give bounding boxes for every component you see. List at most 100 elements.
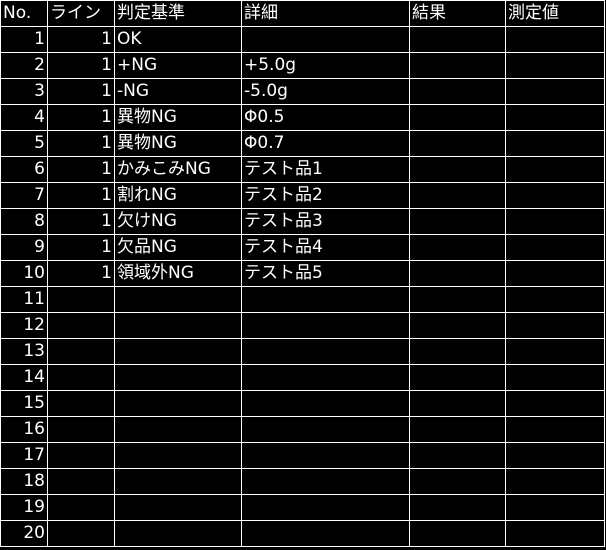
cell-measured[interactable] (505, 442, 605, 469)
cell-line[interactable] (47, 520, 115, 547)
cell-result[interactable] (409, 26, 506, 53)
cell-line[interactable] (47, 390, 115, 417)
cell-detail[interactable] (241, 468, 410, 495)
cell-criteria[interactable]: OK (114, 26, 242, 53)
cell-measured[interactable] (505, 468, 605, 495)
table-row[interactable]: 17 (0, 442, 605, 469)
table-row[interactable]: 12 (0, 312, 605, 339)
cell-no[interactable]: 15 (0, 390, 48, 417)
cell-no[interactable]: 16 (0, 416, 48, 443)
cell-detail[interactable] (241, 442, 410, 469)
cell-criteria[interactable] (114, 468, 242, 495)
cell-no[interactable]: 20 (0, 520, 48, 547)
cell-line[interactable] (47, 312, 115, 339)
cell-criteria[interactable]: 異物NG (114, 104, 242, 131)
cell-measured[interactable] (505, 208, 605, 235)
cell-detail[interactable] (241, 416, 410, 443)
cell-measured[interactable] (505, 52, 605, 79)
cell-detail[interactable]: テスト品4 (241, 234, 410, 261)
table-row[interactable]: 8 1 欠けNG テスト品3 (0, 208, 605, 235)
cell-no[interactable]: 6 (0, 156, 48, 183)
cell-result[interactable] (409, 156, 506, 183)
cell-measured[interactable] (505, 104, 605, 131)
table-row[interactable]: 16 (0, 416, 605, 443)
cell-detail[interactable] (241, 26, 410, 53)
table-row[interactable]: 11 (0, 286, 605, 313)
cell-detail[interactable]: Φ0.5 (241, 104, 410, 131)
table-row[interactable]: 10 1 領域外NG テスト品5 (0, 260, 605, 287)
table-row[interactable]: 6 1 かみこみNG テスト品1 (0, 156, 605, 183)
cell-line[interactable]: 1 (47, 104, 115, 131)
cell-result[interactable] (409, 468, 506, 495)
cell-criteria[interactable] (114, 364, 242, 391)
cell-result[interactable] (409, 182, 506, 209)
cell-line[interactable]: 1 (47, 130, 115, 157)
cell-measured[interactable] (505, 416, 605, 443)
cell-detail[interactable] (241, 520, 410, 547)
table-row[interactable]: 4 1 異物NG Φ0.5 (0, 104, 605, 131)
cell-measured[interactable] (505, 338, 605, 365)
table-row[interactable]: 9 1 欠品NG テスト品4 (0, 234, 605, 261)
cell-result[interactable] (409, 312, 506, 339)
cell-result[interactable] (409, 364, 506, 391)
cell-measured[interactable] (505, 182, 605, 209)
cell-detail[interactable]: Φ0.7 (241, 130, 410, 157)
table-row[interactable]: 3 1 -NG -5.0g (0, 78, 605, 105)
cell-no[interactable]: 2 (0, 52, 48, 79)
cell-no[interactable]: 10 (0, 260, 48, 287)
cell-line[interactable] (47, 416, 115, 443)
cell-line[interactable]: 1 (47, 234, 115, 261)
cell-detail[interactable]: テスト品1 (241, 156, 410, 183)
cell-line[interactable] (47, 364, 115, 391)
cell-detail[interactable]: テスト品2 (241, 182, 410, 209)
cell-line[interactable] (47, 286, 115, 313)
cell-no[interactable]: 1 (0, 26, 48, 53)
cell-no[interactable]: 3 (0, 78, 48, 105)
cell-detail[interactable] (241, 390, 410, 417)
cell-result[interactable] (409, 130, 506, 157)
table-row[interactable]: 5 1 異物NG Φ0.7 (0, 130, 605, 157)
cell-detail[interactable]: +5.0g (241, 52, 410, 79)
cell-measured[interactable] (505, 156, 605, 183)
cell-detail[interactable]: -5.0g (241, 78, 410, 105)
cell-criteria[interactable] (114, 312, 242, 339)
cell-line[interactable] (47, 338, 115, 365)
cell-result[interactable] (409, 52, 506, 79)
cell-detail[interactable]: テスト品5 (241, 260, 410, 287)
cell-criteria[interactable]: 異物NG (114, 130, 242, 157)
cell-line[interactable]: 1 (47, 26, 115, 53)
cell-result[interactable] (409, 78, 506, 105)
cell-criteria[interactable]: 欠けNG (114, 208, 242, 235)
cell-criteria[interactable]: 割れNG (114, 182, 242, 209)
table-row[interactable]: 18 (0, 468, 605, 495)
cell-criteria[interactable] (114, 520, 242, 547)
cell-line[interactable]: 1 (47, 156, 115, 183)
cell-criteria[interactable]: -NG (114, 78, 242, 105)
cell-criteria[interactable] (114, 442, 242, 469)
cell-no[interactable]: 14 (0, 364, 48, 391)
cell-line[interactable]: 1 (47, 182, 115, 209)
cell-measured[interactable] (505, 520, 605, 547)
table-row[interactable]: 13 (0, 338, 605, 365)
table-row[interactable]: 15 (0, 390, 605, 417)
cell-no[interactable]: 17 (0, 442, 48, 469)
cell-line[interactable]: 1 (47, 260, 115, 287)
cell-line[interactable]: 1 (47, 78, 115, 105)
cell-no[interactable]: 12 (0, 312, 48, 339)
table-row[interactable]: 20 (0, 520, 605, 547)
cell-detail[interactable] (241, 494, 410, 521)
cell-criteria[interactable]: 領域外NG (114, 260, 242, 287)
cell-result[interactable] (409, 208, 506, 235)
cell-criteria[interactable] (114, 494, 242, 521)
cell-result[interactable] (409, 260, 506, 287)
cell-result[interactable] (409, 494, 506, 521)
cell-line[interactable]: 1 (47, 52, 115, 79)
cell-measured[interactable] (505, 390, 605, 417)
cell-no[interactable]: 9 (0, 234, 48, 261)
cell-criteria[interactable] (114, 416, 242, 443)
cell-detail[interactable] (241, 338, 410, 365)
cell-measured[interactable] (505, 26, 605, 53)
cell-line[interactable] (47, 468, 115, 495)
cell-no[interactable]: 11 (0, 286, 48, 313)
cell-no[interactable]: 4 (0, 104, 48, 131)
